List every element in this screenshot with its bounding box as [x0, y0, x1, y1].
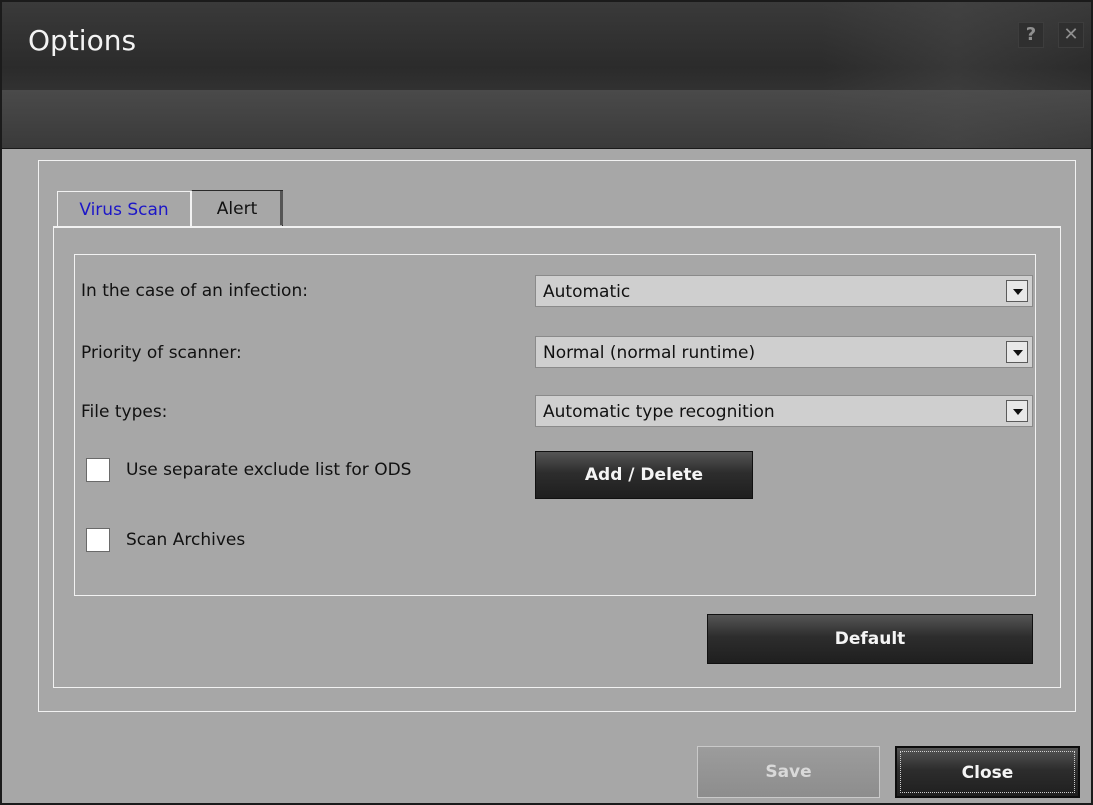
exclude-list-label: Use separate exclude list for ODS [126, 460, 412, 480]
priority-select[interactable]: Normal (normal runtime) [535, 336, 1033, 368]
tab-alert[interactable]: Alert [191, 190, 283, 226]
tab-alert-label: Alert [216, 199, 258, 219]
close-icon[interactable]: ✕ [1058, 22, 1084, 48]
priority-label: Priority of scanner: [81, 343, 242, 363]
tab-virus-scan[interactable]: Virus Scan [57, 191, 191, 227]
add-delete-button[interactable]: Add / Delete [535, 451, 753, 499]
scan-archives-label: Scan Archives [126, 530, 246, 550]
file-types-label: File types: [81, 402, 168, 422]
help-button[interactable]: ? [1018, 22, 1044, 48]
dialog-title: Options [28, 24, 137, 57]
exclude-list-checkbox[interactable] [86, 458, 110, 482]
infection-select[interactable]: Automatic [535, 275, 1033, 307]
chevron-down-icon[interactable] [1006, 280, 1028, 302]
infection-select-value: Automatic [543, 282, 631, 302]
options-dialog: Options ? ✕ Virus Scan Alert In the case… [0, 0, 1093, 805]
close-button[interactable]: Close [895, 746, 1080, 798]
file-types-select[interactable]: Automatic type recognition [535, 395, 1033, 427]
priority-select-value: Normal (normal runtime) [543, 343, 756, 363]
scan-archives-checkbox[interactable] [86, 528, 110, 552]
dialog-header: Options ? ✕ [2, 2, 1091, 149]
infection-label: In the case of an infection: [81, 281, 308, 301]
chevron-down-icon[interactable] [1006, 400, 1028, 422]
chevron-down-icon[interactable] [1006, 341, 1028, 363]
save-button[interactable]: Save [697, 746, 880, 798]
default-button[interactable]: Default [707, 614, 1033, 664]
file-types-select-value: Automatic type recognition [543, 402, 775, 422]
